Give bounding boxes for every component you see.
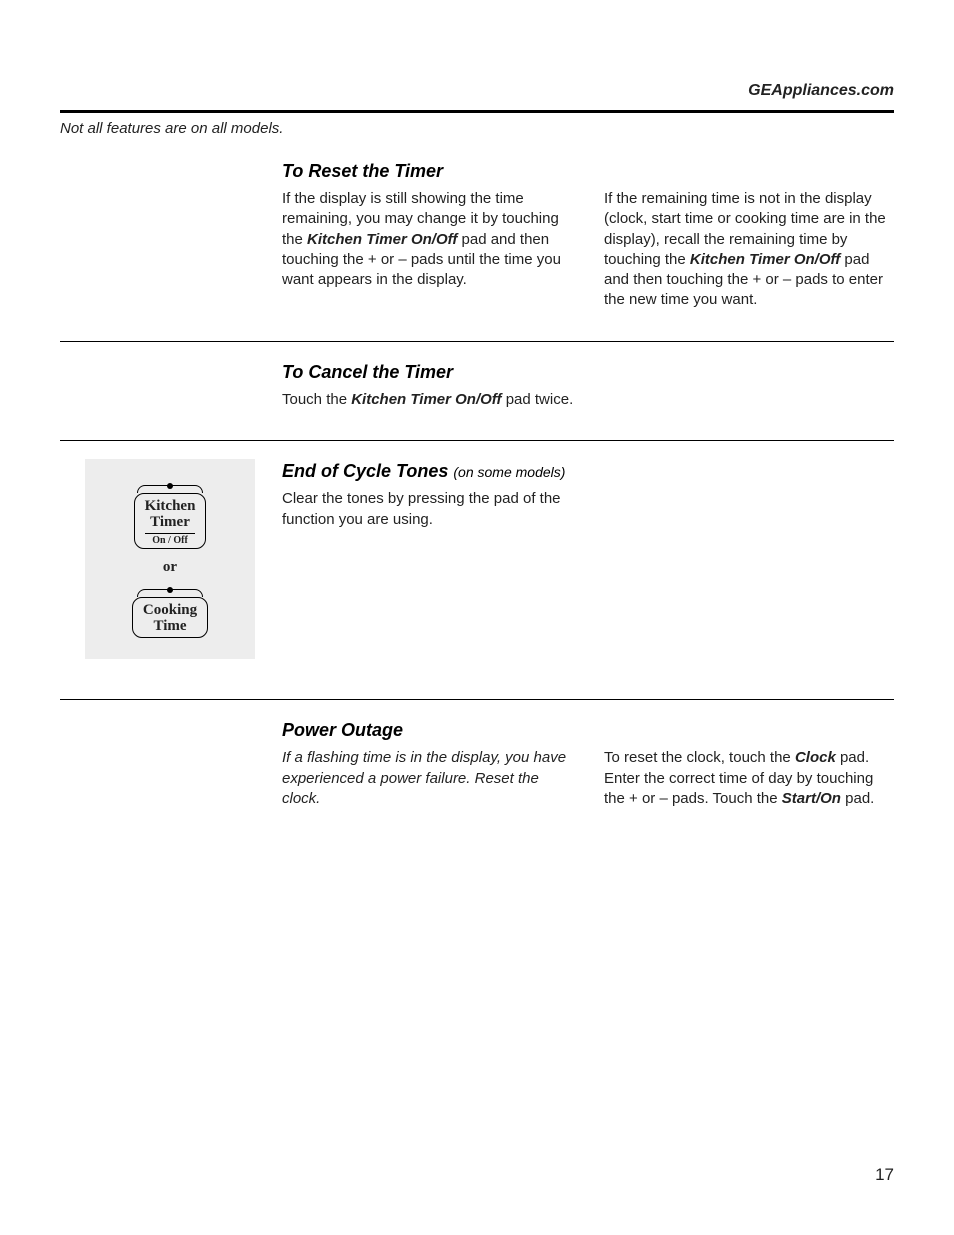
divider-2: [60, 440, 894, 441]
pad1-line1: Kitchen: [145, 498, 196, 514]
divider-3: [60, 699, 894, 700]
section-cancel-timer: To Cancel the Timer Touch the Kitchen Ti…: [60, 360, 894, 411]
cancel-text: Touch the Kitchen Timer On/Off pad twice…: [282, 390, 894, 410]
kitchen-timer-pad: Kitchen Timer On / Off: [134, 481, 207, 549]
power-col2-e: pad.: [841, 790, 874, 807]
cancel-text-c: pad twice.: [502, 391, 574, 408]
pad2-line1: Cooking: [143, 602, 197, 618]
section-reset-timer: To Reset the Timer If the display is sti…: [60, 159, 894, 311]
power-col2-a: To reset the clock, touch the: [604, 749, 795, 766]
cancel-text-b: Kitchen Timer On/Off: [351, 391, 501, 408]
power-col1-text: If a flashing time is in the display, yo…: [282, 749, 566, 807]
power-col1: If a flashing time is in the display, yo…: [282, 748, 572, 809]
reset-col2-b: Kitchen Timer On/Off: [690, 251, 840, 268]
power-col2: To reset the clock, touch the Clock pad.…: [604, 748, 894, 809]
reset-col1-b: Kitchen Timer On/Off: [307, 231, 457, 248]
tones-subtitle: (on some models): [453, 464, 565, 480]
header-site: GEAppliances.com: [748, 82, 894, 99]
cancel-title: To Cancel the Timer: [282, 360, 894, 384]
tones-title-main: End of Cycle Tones: [282, 461, 453, 481]
power-col2-d: Start/On: [782, 790, 841, 807]
figure-or: or: [163, 557, 177, 577]
section-end-of-cycle: Kitchen Timer On / Off or Cooking Time E…: [60, 459, 894, 669]
tones-empty-col: [604, 489, 894, 530]
pad1-line2: Timer: [150, 514, 190, 530]
cooking-time-pad: Cooking Time: [132, 585, 208, 638]
cancel-text-a: Touch the: [282, 391, 351, 408]
divider-1: [60, 341, 894, 342]
pad-figure: Kitchen Timer On / Off or Cooking Time: [85, 459, 255, 659]
reset-col1: If the display is still showing the time…: [282, 189, 572, 311]
power-title: Power Outage: [282, 718, 894, 742]
pad1-sub: On / Off: [145, 533, 196, 546]
pad2-line2: Time: [153, 618, 186, 634]
header-rule: [60, 110, 894, 113]
page-number: 17: [875, 1164, 894, 1187]
power-col2-b: Clock: [795, 749, 836, 766]
page-header: GEAppliances.com: [60, 80, 894, 102]
feature-note: Not all features are on all models.: [60, 119, 894, 139]
reset-col2: If the remaining time is not in the disp…: [604, 189, 894, 311]
reset-title: To Reset the Timer: [282, 159, 894, 183]
tones-title: End of Cycle Tones (on some models): [282, 459, 894, 483]
section-power-outage: Power Outage If a flashing time is in th…: [60, 718, 894, 809]
tones-text: Clear the tones by pressing the pad of t…: [282, 489, 572, 530]
